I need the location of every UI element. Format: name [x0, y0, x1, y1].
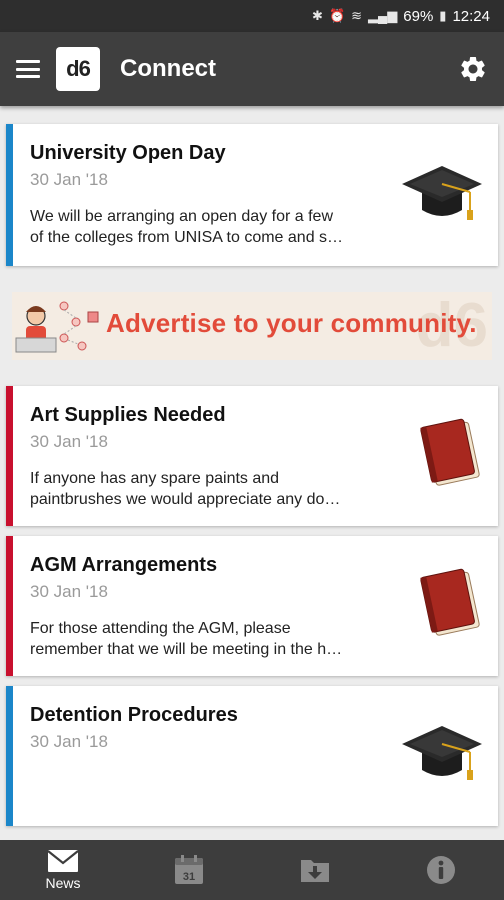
alarm-icon: ⏰ — [328, 8, 346, 23]
clock: 12:24 — [452, 7, 490, 25]
nav-news-label: News — [45, 875, 81, 891]
menu-icon[interactable] — [16, 60, 40, 78]
nav-downloads[interactable] — [252, 840, 378, 900]
nav-calendar[interactable]: 31 — [126, 840, 252, 900]
news-title: AGM Arrangements — [30, 554, 218, 576]
news-date: 30 Jan '18 — [30, 432, 108, 451]
signal-icon: ▂▄▆ — [368, 8, 398, 23]
battery-icon: ▮ — [439, 8, 447, 23]
page-title: Connect — [120, 55, 216, 82]
news-feed: University Open Day 30 Jan '18 We will b… — [0, 106, 504, 840]
nav-news[interactable]: News — [0, 840, 126, 900]
info-icon — [427, 856, 455, 884]
ad-illustration — [15, 301, 99, 353]
calendar-day-number: 31 — [183, 871, 195, 883]
news-title: Art Supplies Needed — [30, 404, 226, 426]
graduation-cap-icon — [402, 166, 482, 220]
news-card-art-supplies-needed[interactable]: Art Supplies Needed 30 Jan '18 If anyone… — [6, 386, 498, 526]
nav-info[interactable] — [378, 840, 504, 900]
download-folder-icon — [301, 860, 329, 882]
news-date: 30 Jan '18 — [30, 732, 108, 751]
news-snippet: For those attending the AGM, please reme… — [30, 620, 343, 658]
book-icon — [420, 568, 480, 636]
book-icon — [420, 418, 480, 486]
calendar-icon: 31 — [175, 855, 203, 884]
news-date: 30 Jan '18 — [30, 170, 108, 189]
status-bar: ✱ ⏰ ≋ ▂▄▆ 69% ▮ 12:24 — [0, 0, 504, 32]
wifi-icon: ≋ — [351, 8, 363, 23]
app-bar: d6 Connect — [0, 32, 504, 106]
bottom-nav: News 31 — [0, 840, 504, 900]
bluetooth-icon: ✱ — [312, 8, 323, 23]
news-title: Detention Procedures — [30, 704, 238, 726]
envelope-icon — [47, 850, 79, 872]
app-logo: d6 — [56, 47, 100, 91]
news-snippet: If anyone has any spare paints and paint… — [30, 470, 341, 508]
news-date: 30 Jan '18 — [30, 582, 108, 601]
news-card-detention-procedures[interactable]: Detention Procedures 30 Jan '18 — [6, 686, 498, 826]
ad-text: Advertise to your community. — [106, 308, 477, 338]
graduation-cap-icon — [402, 726, 482, 780]
battery-percent: 69% — [403, 7, 434, 25]
settings-gear-icon[interactable] — [458, 54, 488, 84]
news-card-university-open-day[interactable]: University Open Day 30 Jan '18 We will b… — [6, 124, 498, 266]
news-snippet: We will be arranging an open day for a f… — [30, 208, 344, 246]
ad-banner[interactable]: d6 Advertise to your community. — [12, 292, 492, 360]
news-card-agm-arrangements[interactable]: AGM Arrangements 30 Jan '18 For those at… — [6, 536, 498, 676]
news-title: University Open Day — [30, 142, 226, 164]
